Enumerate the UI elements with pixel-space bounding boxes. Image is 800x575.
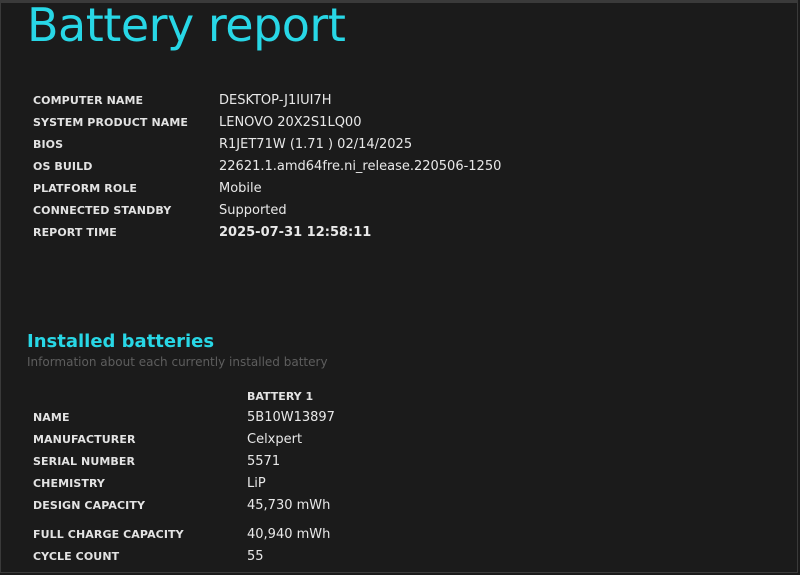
battery-value: Celxpert [247,431,303,447]
info-key: REPORT TIME [33,225,117,239]
info-key: CONNECTED STANDBY [33,203,172,217]
battery-value: 45,730 mWh [247,497,331,513]
info-row-bios: BIOS R1JET71W (1.71 ) 02/14/2025 [33,133,501,155]
battery-row-chemistry: CHEMISTRY LiP [33,472,335,494]
battery-row-serial-number: SERIAL NUMBER 5571 [33,450,335,472]
info-row-report-time: REPORT TIME 2025-07-31 12:58:11 [33,221,501,243]
battery-value: 40,940 mWh [247,526,331,542]
row-spacer [33,516,335,523]
battery-value: 5B10W13897 [247,409,335,425]
battery-key: CYCLE COUNT [33,549,120,563]
info-value: Mobile [219,180,262,196]
report-window: Battery report COMPUTER NAME DESKTOP-J1I… [0,0,798,573]
installed-batteries-subtitle: Information about each currently install… [27,355,328,369]
system-info-table: COMPUTER NAME DESKTOP-J1IUI7H SYSTEM PRO… [33,89,501,243]
info-value: R1JET71W (1.71 ) 02/14/2025 [219,136,413,152]
info-key: PLATFORM ROLE [33,181,137,195]
battery-key: MANUFACTURER [33,432,136,446]
battery-key: SERIAL NUMBER [33,454,136,468]
info-row-os-build: OS BUILD 22621.1.amd64fre.ni_release.220… [33,155,501,177]
info-row-platform-role: PLATFORM ROLE Mobile [33,177,501,199]
info-key: SYSTEM PRODUCT NAME [33,115,189,129]
battery-value: 55 [247,548,264,564]
info-key: COMPUTER NAME [33,93,144,107]
battery-value: 5571 [247,453,281,469]
info-row-system-product-name: SYSTEM PRODUCT NAME LENOVO 20X2S1LQ00 [33,111,501,133]
page-title: Battery report [27,0,346,52]
battery-value: LiP [247,475,266,491]
battery-key: CHEMISTRY [33,476,105,490]
battery-column-header: BATTERY 1 [247,390,314,403]
battery-key: FULL CHARGE CAPACITY [33,527,184,541]
battery-key: NAME [33,410,70,424]
battery-row-manufacturer: MANUFACTURER Celxpert [33,428,335,450]
info-value: 22621.1.amd64fre.ni_release.220506-1250 [219,158,502,174]
installed-batteries-heading: Installed batteries [27,331,215,352]
info-value: Supported [219,202,287,218]
battery-row-cycle-count: CYCLE COUNT 55 [33,545,335,567]
battery-row-design-capacity: DESIGN CAPACITY 45,730 mWh [33,494,335,516]
info-value: LENOVO 20X2S1LQ00 [219,114,362,130]
info-key: OS BUILD [33,159,93,173]
info-row-computer-name: COMPUTER NAME DESKTOP-J1IUI7H [33,89,501,111]
info-row-connected-standby: CONNECTED STANDBY Supported [33,199,501,221]
info-value: 2025-07-31 12:58:11 [219,224,372,240]
battery-row-full-charge-capacity: FULL CHARGE CAPACITY 40,940 mWh [33,523,335,545]
battery-info-table: NAME 5B10W13897 MANUFACTURER Celxpert SE… [33,406,335,567]
battery-row-name: NAME 5B10W13897 [33,406,335,428]
battery-key: DESIGN CAPACITY [33,498,146,512]
info-value: DESKTOP-J1IUI7H [219,92,332,108]
info-key: BIOS [33,137,64,151]
